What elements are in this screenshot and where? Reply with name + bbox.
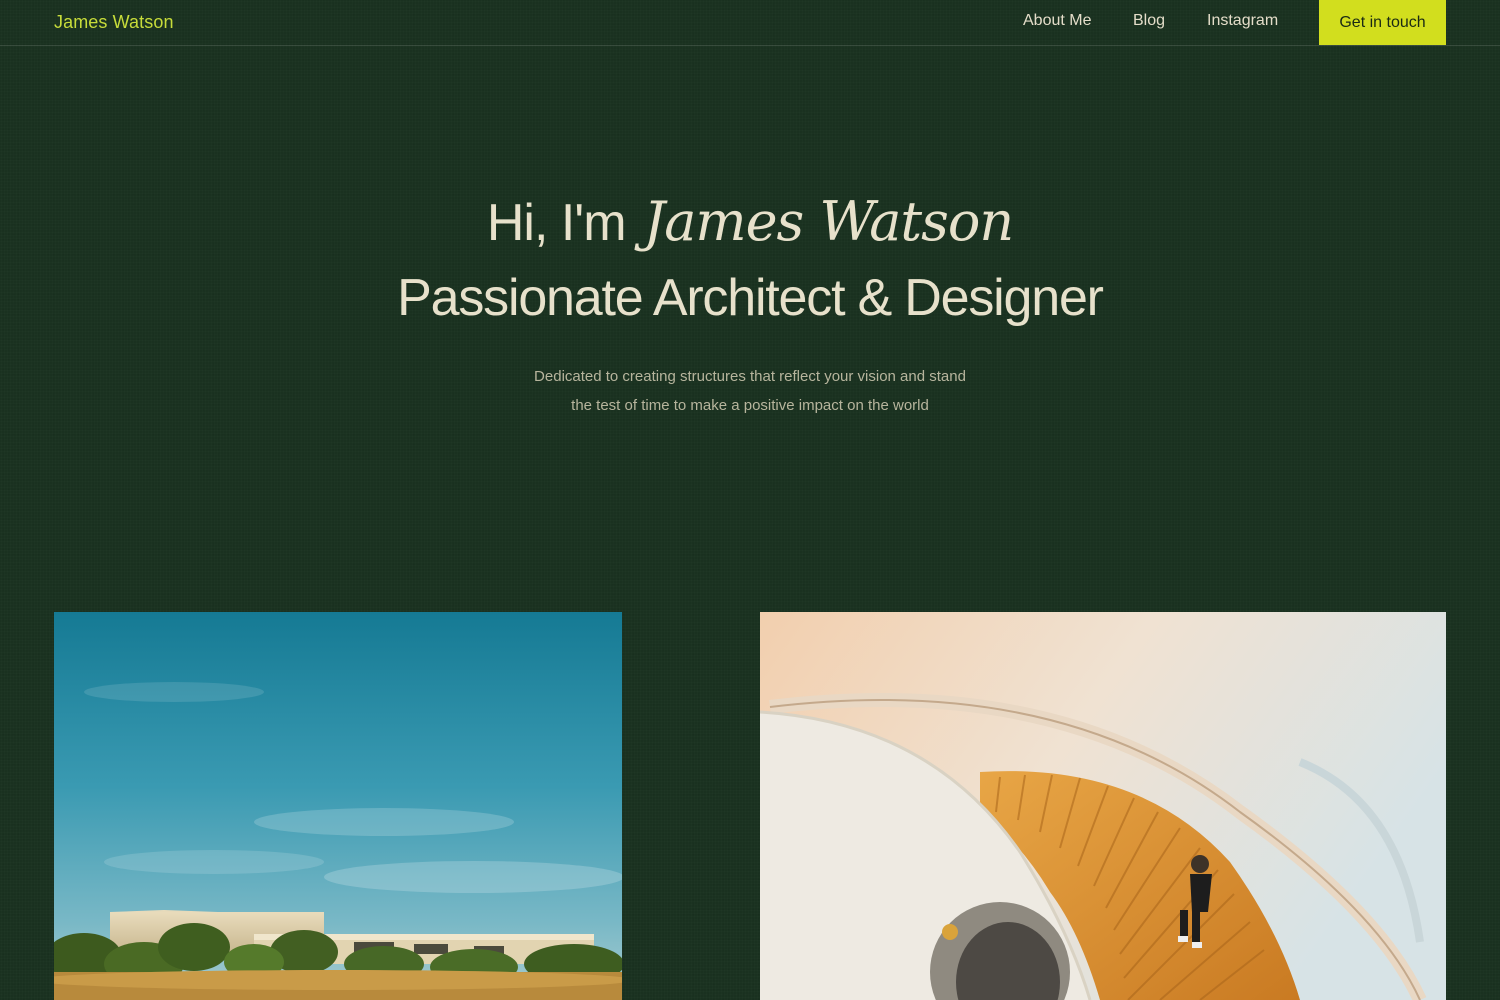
building-landscape-image	[54, 612, 622, 1000]
spiral-staircase-image	[760, 612, 1446, 1000]
nav-link-instagram[interactable]: Instagram	[1207, 12, 1278, 30]
hero-name: James Watson	[643, 190, 1015, 253]
get-in-touch-button[interactable]: Get in touch	[1319, 0, 1446, 45]
brand-logo-link[interactable]: James Watson	[54, 12, 174, 33]
hero-greeting: Hi, I'm	[486, 194, 627, 252]
project-photo-staircase[interactable]	[760, 612, 1446, 1000]
nav-link-blog[interactable]: Blog	[1133, 12, 1165, 30]
project-photo-building[interactable]	[54, 612, 622, 1000]
nav-link-about-me[interactable]: About Me	[1023, 12, 1091, 30]
top-navigation: James Watson About Me Blog Instagram Get…	[0, 0, 1500, 46]
hero-greeting-line: Hi, I'm James Watson	[0, 190, 1500, 253]
hero-subtitle: Dedicated to creating structures that re…	[534, 368, 966, 414]
hero-headline: Passionate Architect & Designer	[397, 269, 1104, 327]
